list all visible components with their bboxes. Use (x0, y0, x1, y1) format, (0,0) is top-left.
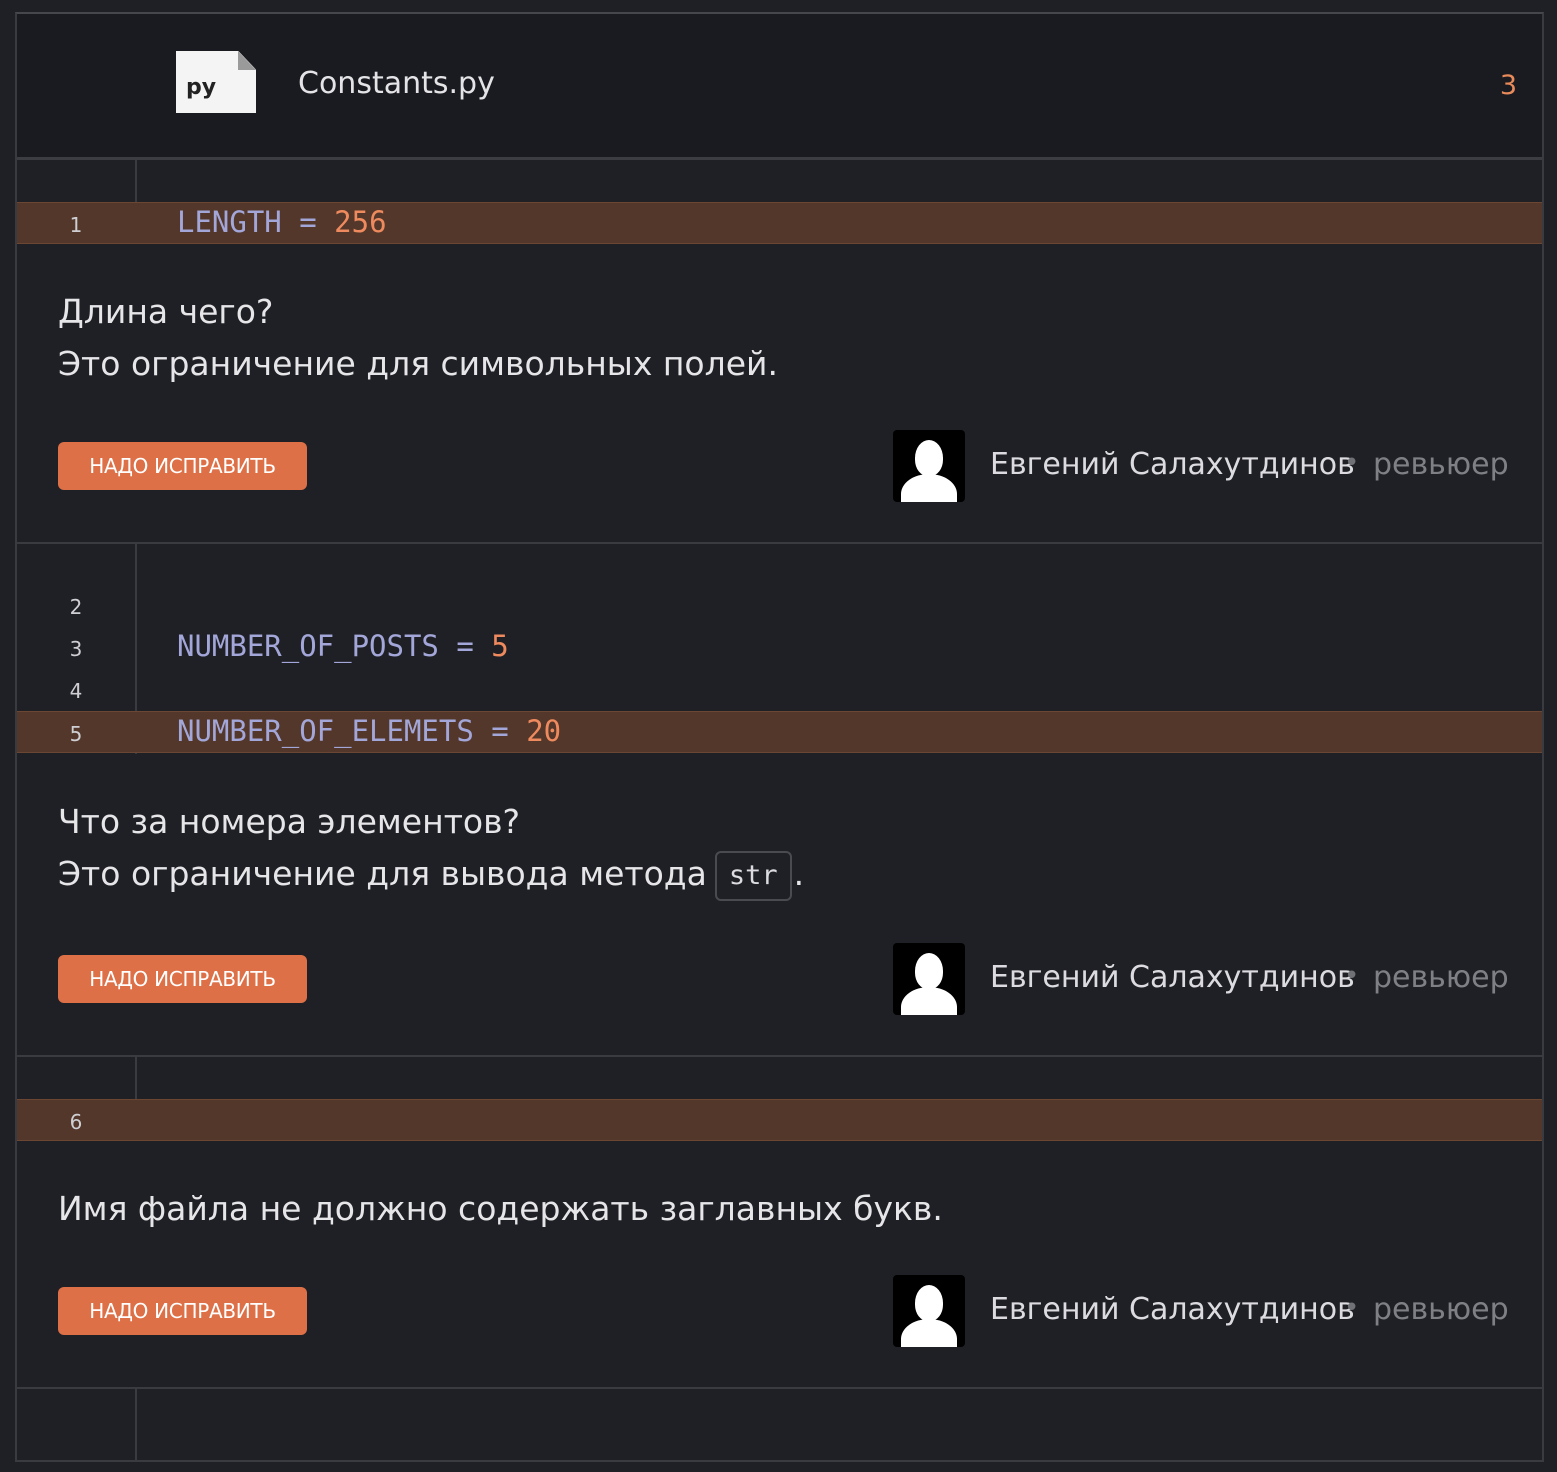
code-line-5[interactable]: 5 NUMBER_OF_ELEMETS = 20 (17, 711, 1542, 753)
comment-line: Это ограничение для символьных полей. (58, 344, 778, 383)
avatar[interactable] (893, 430, 965, 502)
file-icon-label: py (186, 75, 217, 100)
line-number: 1 (69, 213, 83, 237)
separator-dot: • (1344, 961, 1360, 991)
code-block-3: 6 (17, 1056, 1542, 1143)
comment-body: Имя файла не должно содержать заглавных … (58, 1183, 943, 1235)
comment-count-badge: 3 (1499, 70, 1517, 101)
avatar[interactable] (893, 1275, 965, 1347)
needs-fix-button[interactable]: НАДО ИСПРАВИТЬ (58, 442, 307, 490)
comment-text-prefix: Это ограничение для вывода метода (58, 854, 707, 893)
code-block-2: 2 3 NUMBER_OF_POSTS = 5 4 5 NUMBER_OF_EL… (17, 543, 1542, 756)
code-block-1: 1 LENGTH = 256 (17, 160, 1542, 246)
review-comment-2: Что за номера элементов? Это ограничение… (17, 754, 1542, 1057)
line-number: 6 (69, 1110, 83, 1134)
comment-line: Имя файла не должно содержать заглавных … (58, 1189, 943, 1228)
line-number: 4 (69, 679, 83, 703)
line-number: 3 (69, 637, 83, 661)
reviewer-name[interactable]: Евгений Салахутдинов (990, 447, 1355, 482)
comment-body: Что за номера элементов? Это ограничение… (58, 796, 804, 901)
avatar[interactable] (893, 943, 965, 1015)
code-line-1[interactable]: 1 LENGTH = 256 (17, 202, 1542, 244)
comment-line: Что за номера элементов? (58, 802, 521, 841)
reviewer-name[interactable]: Евгений Салахутдинов (990, 960, 1355, 995)
code-text: NUMBER_OF_POSTS = 5 (177, 629, 509, 663)
code-line-3[interactable]: 3 NUMBER_OF_POSTS = 5 (17, 627, 1542, 669)
line-number: 5 (69, 722, 83, 746)
code-text: NUMBER_OF_ELEMETS = 20 (177, 714, 561, 748)
needs-fix-button[interactable]: НАДО ИСПРАВИТЬ (58, 955, 307, 1003)
reviewer-role: ревьюер (1373, 447, 1509, 482)
reviewer-role: ревьюер (1373, 1292, 1509, 1327)
code-operator: = (438, 629, 492, 663)
review-comment-3: Имя файла не должно содержать заглавных … (17, 1141, 1542, 1389)
comment-line: Это ограничение для вывода метода str. (58, 848, 804, 901)
separator-dot: • (1344, 1293, 1360, 1323)
code-operator: = (281, 205, 335, 239)
code-line-2[interactable]: 2 (17, 585, 1542, 627)
code-block-4 (17, 1388, 1542, 1460)
reviewer-name[interactable]: Евгений Салахутдинов (990, 1292, 1355, 1327)
python-file-icon: py (176, 51, 256, 113)
code-number: 5 (491, 629, 509, 663)
reviewer-info: Евгений Салахутдинов • ревьюер (893, 943, 1513, 1015)
code-number: 256 (334, 205, 387, 239)
code-line-4[interactable]: 4 (17, 669, 1542, 711)
comment-text-suffix: . (793, 854, 805, 893)
separator-dot: • (1344, 448, 1360, 478)
code-identifier: NUMBER_OF_ELEMETS (177, 714, 474, 748)
inline-code: str (714, 850, 792, 901)
code-identifier: LENGTH (177, 205, 282, 239)
code-identifier: NUMBER_OF_POSTS (177, 629, 439, 663)
needs-fix-button[interactable]: НАДО ИСПРАВИТЬ (58, 1287, 307, 1335)
code-number: 20 (526, 714, 562, 748)
reviewer-info: Евгений Салахутдинов • ревьюер (893, 430, 1513, 502)
file-header[interactable]: py Constants.py 3 (17, 14, 1542, 160)
file-name: Constants.py (298, 66, 495, 101)
gutter-divider (135, 1388, 137, 1460)
review-comment-1: Длина чего? Это ограничение для символьн… (17, 244, 1542, 544)
reviewer-role: ревьюер (1373, 960, 1509, 995)
line-number: 2 (69, 595, 83, 619)
code-operator: = (473, 714, 527, 748)
code-text: LENGTH = 256 (177, 205, 387, 239)
comment-body: Длина чего? Это ограничение для символьн… (58, 286, 778, 390)
code-line-6[interactable]: 6 (17, 1099, 1542, 1141)
reviewer-info: Евгений Салахутдинов • ревьюер (893, 1275, 1513, 1347)
comment-line: Длина чего? (58, 292, 274, 331)
